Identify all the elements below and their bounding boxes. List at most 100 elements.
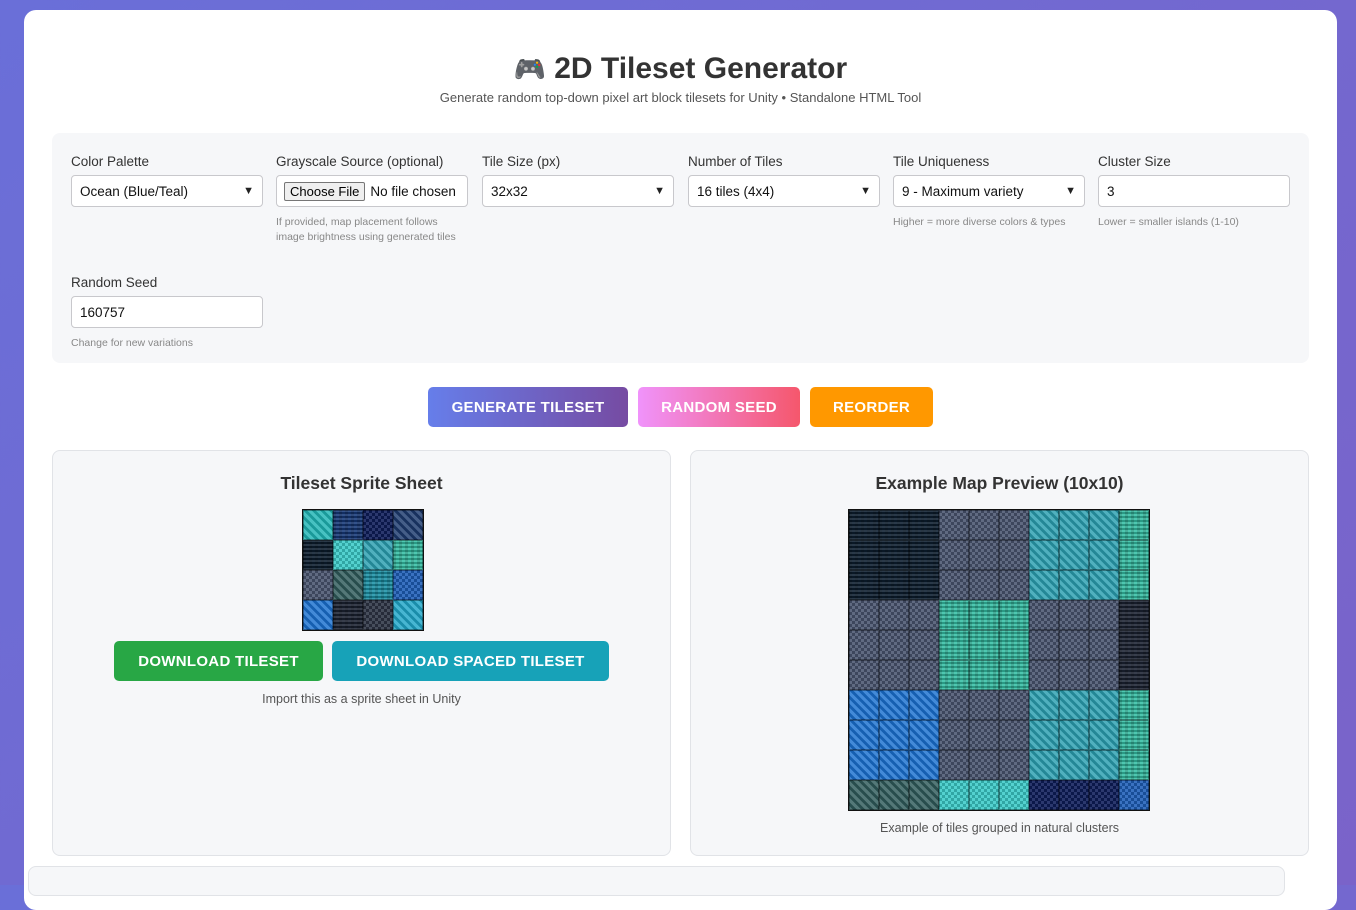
map-tile (999, 570, 1029, 600)
map-tile (969, 510, 999, 540)
map-tile (969, 720, 999, 750)
palette-field: Color Palette Ocean (Blue/Teal) ▼ (71, 154, 263, 207)
map-tile (939, 630, 969, 660)
map-tile (849, 780, 879, 810)
map-tile (999, 510, 1029, 540)
map-tile (879, 630, 909, 660)
generate-button[interactable]: GENERATE TILESET (428, 387, 628, 427)
map-tile (969, 660, 999, 690)
settings-panel: Color Palette Ocean (Blue/Teal) ▼ Graysc… (52, 133, 1309, 363)
tile-size-value: 32x32 (491, 183, 528, 199)
map-tile (1059, 600, 1089, 630)
map-tile (849, 540, 879, 570)
sprite-tile (393, 510, 423, 540)
map-preview-title: Example Map Preview (10x10) (875, 473, 1124, 493)
map-tile (1089, 690, 1119, 720)
uniqueness-hint: Higher = more diverse colors & types (893, 216, 1066, 228)
sprite-tile (303, 570, 333, 600)
download-tileset-button[interactable]: DOWNLOAD TILESET (114, 641, 323, 681)
seed-label: Random Seed (71, 275, 158, 290)
map-tile (909, 510, 939, 540)
seed-hint: Change for new variations (71, 337, 193, 349)
num-tiles-label: Number of Tiles (688, 154, 783, 169)
cluster-input[interactable]: 3 (1098, 175, 1290, 207)
choose-file-button[interactable]: Choose File (284, 181, 366, 201)
chevron-down-icon: ▼ (1065, 185, 1076, 197)
sprite-tile (363, 510, 393, 540)
map-tile (939, 690, 969, 720)
grayscale-file-input[interactable]: Choose File No file chosen (276, 175, 468, 207)
map-preview-canvas (848, 509, 1150, 811)
cluster-label: Cluster Size (1098, 154, 1171, 169)
map-tile (1029, 660, 1059, 690)
sprite-sheet-title: Tileset Sprite Sheet (280, 473, 443, 493)
map-tile (1089, 780, 1119, 810)
map-tile (1029, 720, 1059, 750)
map-tile (1029, 570, 1059, 600)
map-tile (939, 780, 969, 810)
map-tile (1029, 750, 1059, 780)
map-tile (849, 720, 879, 750)
random-seed-button[interactable]: RANDOM SEED (638, 387, 800, 427)
num-tiles-select[interactable]: 16 tiles (4x4) ▼ (688, 175, 880, 207)
sprite-tile (333, 540, 363, 570)
main-card: 🎮 2D Tileset Generator Generate random to… (24, 10, 1337, 910)
map-tile (1059, 750, 1089, 780)
map-tile (999, 780, 1029, 810)
sprite-tile (333, 570, 363, 600)
map-tile (1119, 630, 1149, 660)
map-tile (909, 690, 939, 720)
sprite-tile (333, 510, 363, 540)
map-tile (1119, 660, 1149, 690)
uniqueness-select[interactable]: 9 - Maximum variety ▼ (893, 175, 1085, 207)
map-tile (849, 690, 879, 720)
seed-input[interactable]: 160757 (71, 296, 263, 328)
map-preview-panel: Example Map Preview (10x10) Example of t… (690, 450, 1309, 856)
reorder-button[interactable]: REORDER (810, 387, 933, 427)
map-tile (939, 600, 969, 630)
map-tile (1119, 780, 1149, 810)
tile-size-field: Tile Size (px) 32x32 ▼ (482, 154, 674, 207)
map-tile (879, 660, 909, 690)
uniqueness-label: Tile Uniqueness (893, 154, 990, 169)
palette-select[interactable]: Ocean (Blue/Teal) ▼ (71, 175, 263, 207)
sprite-tile (363, 540, 393, 570)
title-text: 2D Tileset Generator (554, 52, 848, 85)
page-subtitle: Generate random top-down pixel art block… (439, 90, 922, 105)
map-tile (939, 510, 969, 540)
map-tile (1119, 720, 1149, 750)
map-tile (909, 630, 939, 660)
grayscale-field: Grayscale Source (optional) Choose File … (276, 154, 468, 245)
map-tile (849, 570, 879, 600)
map-tile (1059, 540, 1089, 570)
map-tile (879, 600, 909, 630)
uniqueness-field: Tile Uniqueness 9 - Maximum variety ▼ Hi… (893, 154, 1085, 230)
map-tile (1119, 540, 1149, 570)
map-tile (909, 660, 939, 690)
sprite-tile (303, 540, 333, 570)
map-tile (999, 660, 1029, 690)
sprite-tile (303, 600, 333, 630)
map-tile (1119, 750, 1149, 780)
map-tile (1119, 600, 1149, 630)
palette-label: Color Palette (71, 154, 150, 169)
map-tile (909, 600, 939, 630)
tile-size-select[interactable]: 32x32 ▼ (482, 175, 674, 207)
map-tile (1089, 660, 1119, 690)
map-tile (1089, 570, 1119, 600)
grayscale-label: Grayscale Source (optional) (276, 154, 444, 169)
map-tile (999, 540, 1029, 570)
download-spaced-tileset-button[interactable]: DOWNLOAD SPACED TILESET (332, 641, 609, 681)
map-tile (1119, 510, 1149, 540)
map-tile (1059, 690, 1089, 720)
sprite-sheet-panel: Tileset Sprite Sheet DOWNLOAD TILESET DO… (52, 450, 671, 856)
map-tile (969, 600, 999, 630)
sprite-tile (333, 600, 363, 630)
uniqueness-value: 9 - Maximum variety (902, 183, 1024, 199)
map-tile (1059, 570, 1089, 600)
cluster-field: Cluster Size 3 Lower = smaller islands (… (1098, 154, 1290, 230)
map-tile (1029, 780, 1059, 810)
seed-value: 160757 (80, 304, 126, 320)
map-tile (879, 780, 909, 810)
map-tile (969, 780, 999, 810)
